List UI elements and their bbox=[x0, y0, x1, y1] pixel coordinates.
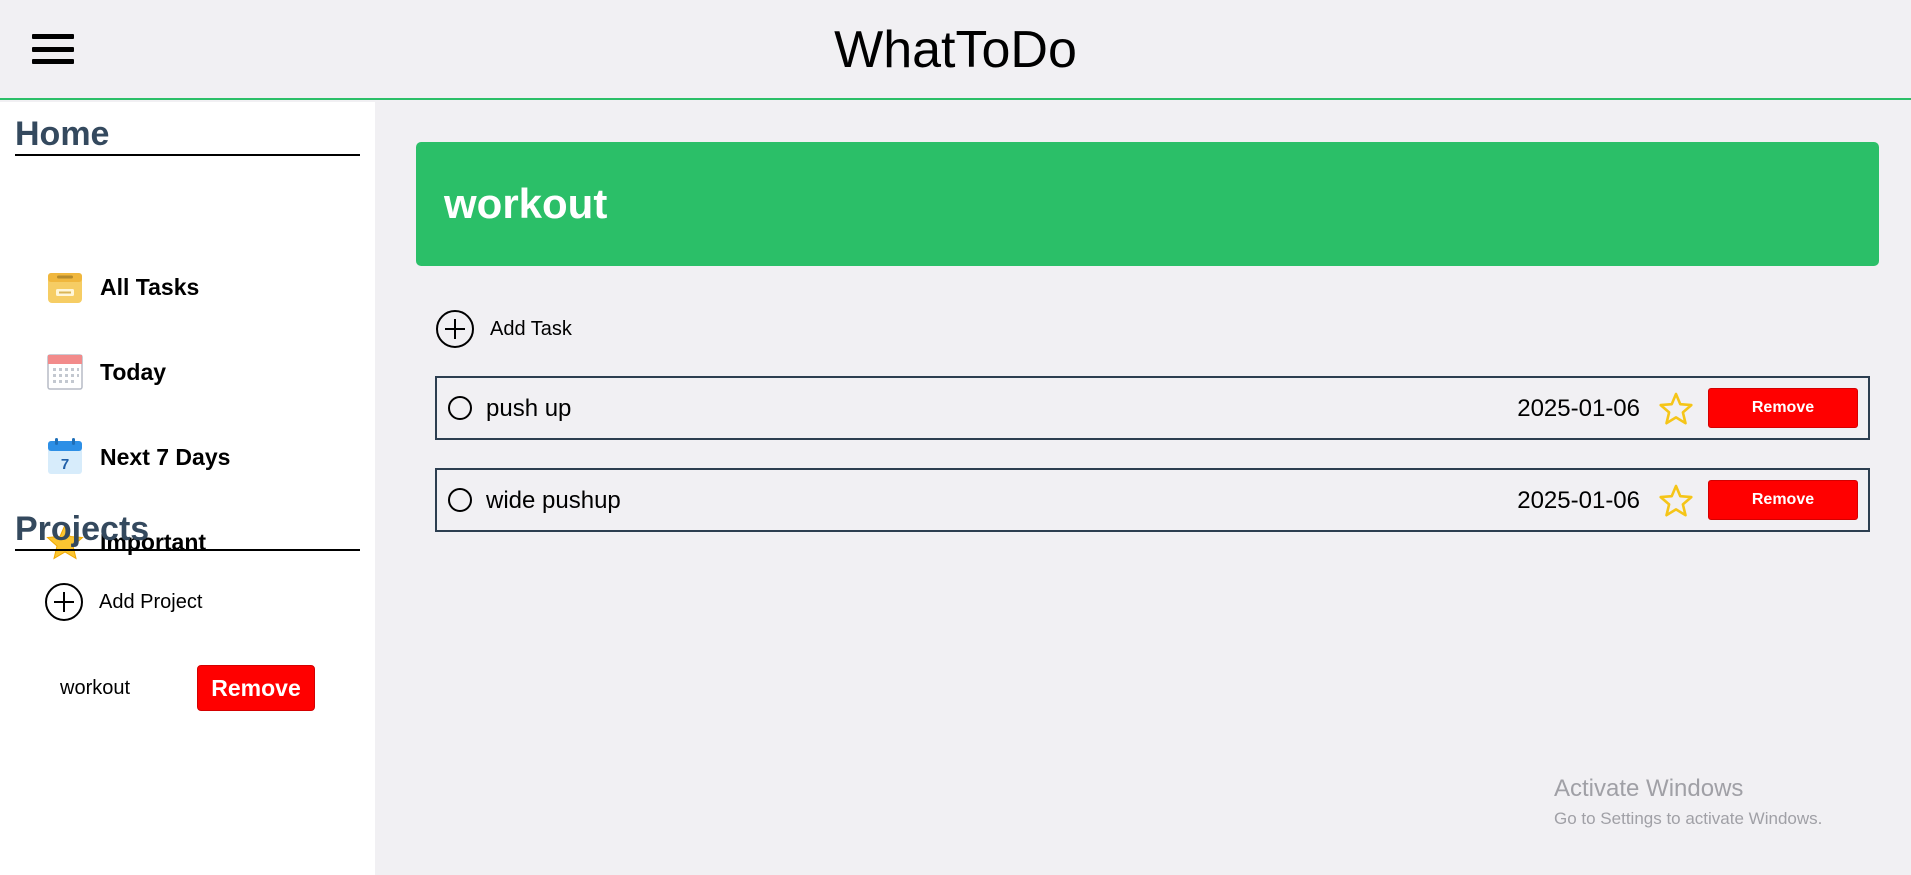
home-section-title: Home bbox=[15, 115, 360, 156]
sidebar-item-label: Next 7 Days bbox=[100, 443, 231, 470]
app-title: WhatToDo bbox=[834, 21, 1077, 79]
task-name: push up bbox=[486, 395, 572, 422]
add-task-button[interactable]: Add Task bbox=[436, 309, 636, 349]
sidebar-item-today[interactable]: Today bbox=[45, 350, 345, 394]
sidebar: Home All Tasks Today 7 Next 7 Days Impor… bbox=[0, 102, 375, 875]
add-circle-icon bbox=[45, 583, 83, 621]
archive-box-icon bbox=[48, 273, 82, 303]
task-checkbox[interactable] bbox=[448, 396, 472, 420]
remove-task-button[interactable]: Remove bbox=[1708, 388, 1858, 428]
watermark-subtitle: Go to Settings to activate Windows. bbox=[1554, 809, 1823, 828]
task-date: 2025-01-06 bbox=[1517, 395, 1640, 422]
sidebar-item-all-tasks[interactable]: All Tasks bbox=[45, 265, 345, 309]
add-project-label: Add Project bbox=[99, 590, 203, 613]
svg-text:7: 7 bbox=[61, 456, 69, 473]
calendar-icon bbox=[47, 354, 83, 390]
remove-project-button[interactable]: Remove bbox=[197, 665, 315, 711]
project-title: workout bbox=[444, 180, 608, 227]
add-project-button[interactable]: Add Project bbox=[45, 580, 295, 624]
add-circle-icon bbox=[436, 310, 474, 348]
add-task-label: Add Task bbox=[490, 317, 572, 340]
project-item: workout Remove bbox=[60, 665, 320, 711]
sidebar-item-next-7-days[interactable]: 7 Next 7 Days bbox=[45, 435, 345, 479]
task-item: wide pushup 2025-01-06 Remove bbox=[435, 468, 1870, 532]
task-checkbox[interactable] bbox=[448, 488, 472, 512]
task-date: 2025-01-06 bbox=[1517, 487, 1640, 514]
sidebar-item-label: All Tasks bbox=[100, 273, 200, 300]
app-header: WhatToDo bbox=[0, 0, 1911, 100]
remove-task-button[interactable]: Remove bbox=[1708, 480, 1858, 520]
task-name: wide pushup bbox=[486, 487, 621, 514]
project-banner: workout bbox=[416, 142, 1879, 266]
task-item: push up 2025-01-06 Remove bbox=[435, 376, 1870, 440]
star-outline-icon[interactable] bbox=[1658, 483, 1694, 519]
sidebar-item-label: Today bbox=[100, 358, 167, 385]
star-outline-icon[interactable] bbox=[1658, 391, 1694, 427]
projects-section-title: Projects bbox=[15, 510, 360, 551]
project-name[interactable]: workout bbox=[60, 677, 197, 700]
calendar-7-icon: 7 bbox=[48, 438, 82, 474]
activate-windows-watermark: Activate Windows Go to Settings to activ… bbox=[1554, 775, 1822, 829]
watermark-title: Activate Windows bbox=[1554, 775, 1744, 802]
